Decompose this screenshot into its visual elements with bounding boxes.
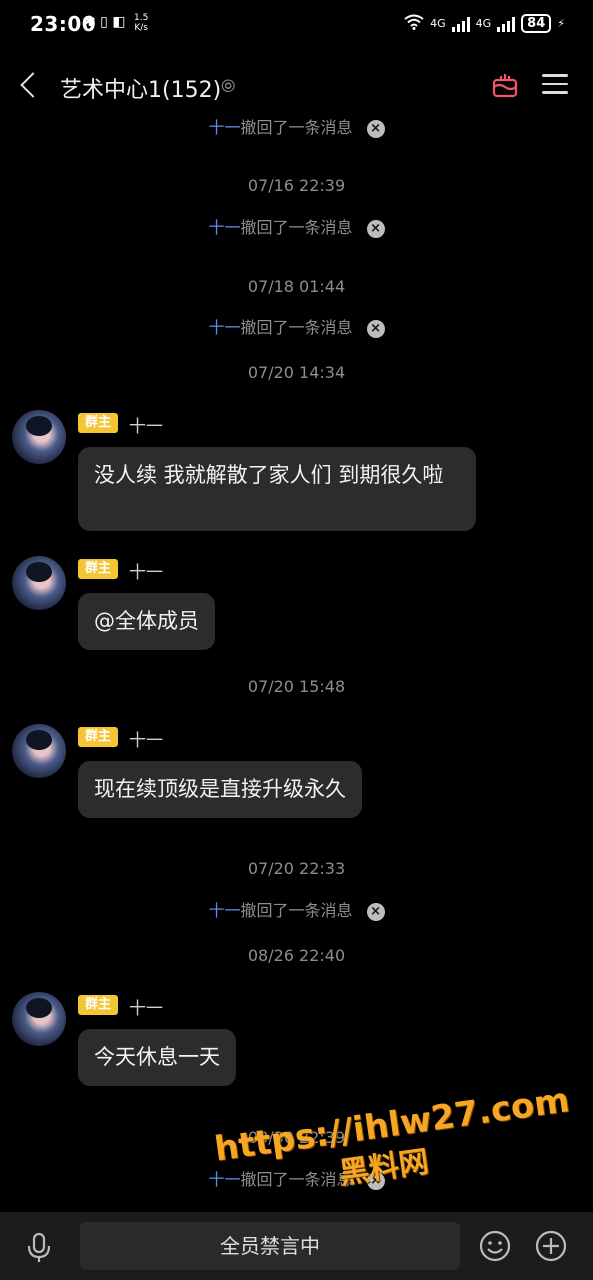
recall-text: 撤回了一条消息 <box>240 901 353 920</box>
recall-notice: 十一撤回了一条消息 × <box>0 214 593 238</box>
emoji-icon[interactable] <box>479 1230 511 1262</box>
sender-name[interactable]: 十一 <box>129 726 163 751</box>
timestamp: 08/26 22:40 <box>247 946 346 965</box>
wifi-icon <box>404 14 424 33</box>
message-bubble[interactable]: 今天休息一天 <box>78 1029 236 1086</box>
timestamp: 07/20 15:48 <box>247 677 346 696</box>
owner-badge: 群主 <box>78 727 119 747</box>
recall-notice: 十一撤回了一条消息 × <box>0 897 593 921</box>
status-bar: 23:00 ✱ ▯ ◧ 1.5 K/s 4G 4G 84 ⚡ <box>0 0 593 48</box>
timestamp: 07/18 01:44 <box>247 277 346 296</box>
status-icons: ✱ ▯ ◧ <box>84 14 126 30</box>
timestamp: 07/16 22:39 <box>247 176 346 195</box>
timestamp: 07/20 22:33 <box>247 859 346 878</box>
avatar[interactable] <box>12 724 66 778</box>
gift-icon[interactable] <box>490 70 520 100</box>
recall-text: 撤回了一条消息 <box>240 318 353 337</box>
plus-icon[interactable] <box>535 1230 567 1262</box>
avatar[interactable] <box>12 410 66 464</box>
recall-sender[interactable]: 十一 <box>208 318 240 337</box>
message-bubble[interactable]: 没人续 我就解散了家人们 到期很久啦 <box>78 447 476 531</box>
menu-icon[interactable] <box>542 74 568 96</box>
microphone-icon[interactable] <box>26 1232 52 1264</box>
recall-sender[interactable]: 十一 <box>208 118 240 137</box>
close-icon[interactable]: × <box>366 902 385 921</box>
signal-icon-1 <box>451 16 470 32</box>
battery-icon: 84 <box>521 14 552 33</box>
sender-name[interactable]: 十一 <box>129 994 163 1019</box>
back-button[interactable] <box>18 70 42 100</box>
message-bubble[interactable]: 现在续顶级是直接升级永久 <box>78 761 362 818</box>
status-right: 4G 4G 84 ⚡ <box>404 14 565 33</box>
close-icon[interactable]: × <box>366 219 385 238</box>
owner-badge: 群主 <box>78 559 119 579</box>
owner-badge: 群主 <box>78 413 119 433</box>
network-type-2: 4G <box>475 17 492 30</box>
group-title[interactable]: 艺术中心1(152) <box>60 72 221 104</box>
timestamp: 07/20 14:34 <box>247 363 346 382</box>
avatar[interactable] <box>12 556 66 610</box>
ear-icon[interactable]: ⦾ <box>221 76 235 97</box>
sender-name[interactable]: 十一 <box>129 412 163 437</box>
close-icon[interactable]: × <box>366 319 385 338</box>
network-speed: 1.5 K/s <box>134 13 148 33</box>
signal-icon-2 <box>497 16 516 32</box>
avatar[interactable] <box>12 992 66 1046</box>
chat-list[interactable]: 十一撤回了一条消息 × 07/16 22:39 十一撤回了一条消息 × 07/18 … <box>0 116 593 1212</box>
recall-sender[interactable]: 十一 <box>208 901 240 920</box>
recall-sender[interactable]: 十一 <box>208 218 240 237</box>
close-icon[interactable]: × <box>366 119 385 138</box>
network-type-1: 4G <box>430 17 446 30</box>
speed-unit: K/s <box>134 23 148 33</box>
muted-input: 全员禁言中 <box>80 1222 460 1270</box>
charging-icon: ⚡ <box>557 17 565 30</box>
input-bar: 全员禁言中 <box>0 1212 593 1280</box>
speed-value: 1.5 <box>134 13 149 23</box>
recall-text: 撤回了一条消息 <box>240 118 353 137</box>
message-bubble[interactable]: @全体成员 <box>78 593 215 650</box>
recall-notice: 十一撤回了一条消息 × <box>0 314 593 338</box>
recall-text: 撤回了一条消息 <box>240 218 353 237</box>
nav-bar: 艺术中心1(152) ⦾ <box>0 56 593 116</box>
recall-notice: 十一撤回了一条消息 × <box>0 116 593 138</box>
owner-badge: 群主 <box>78 995 119 1015</box>
sender-name[interactable]: 十一 <box>129 558 163 583</box>
